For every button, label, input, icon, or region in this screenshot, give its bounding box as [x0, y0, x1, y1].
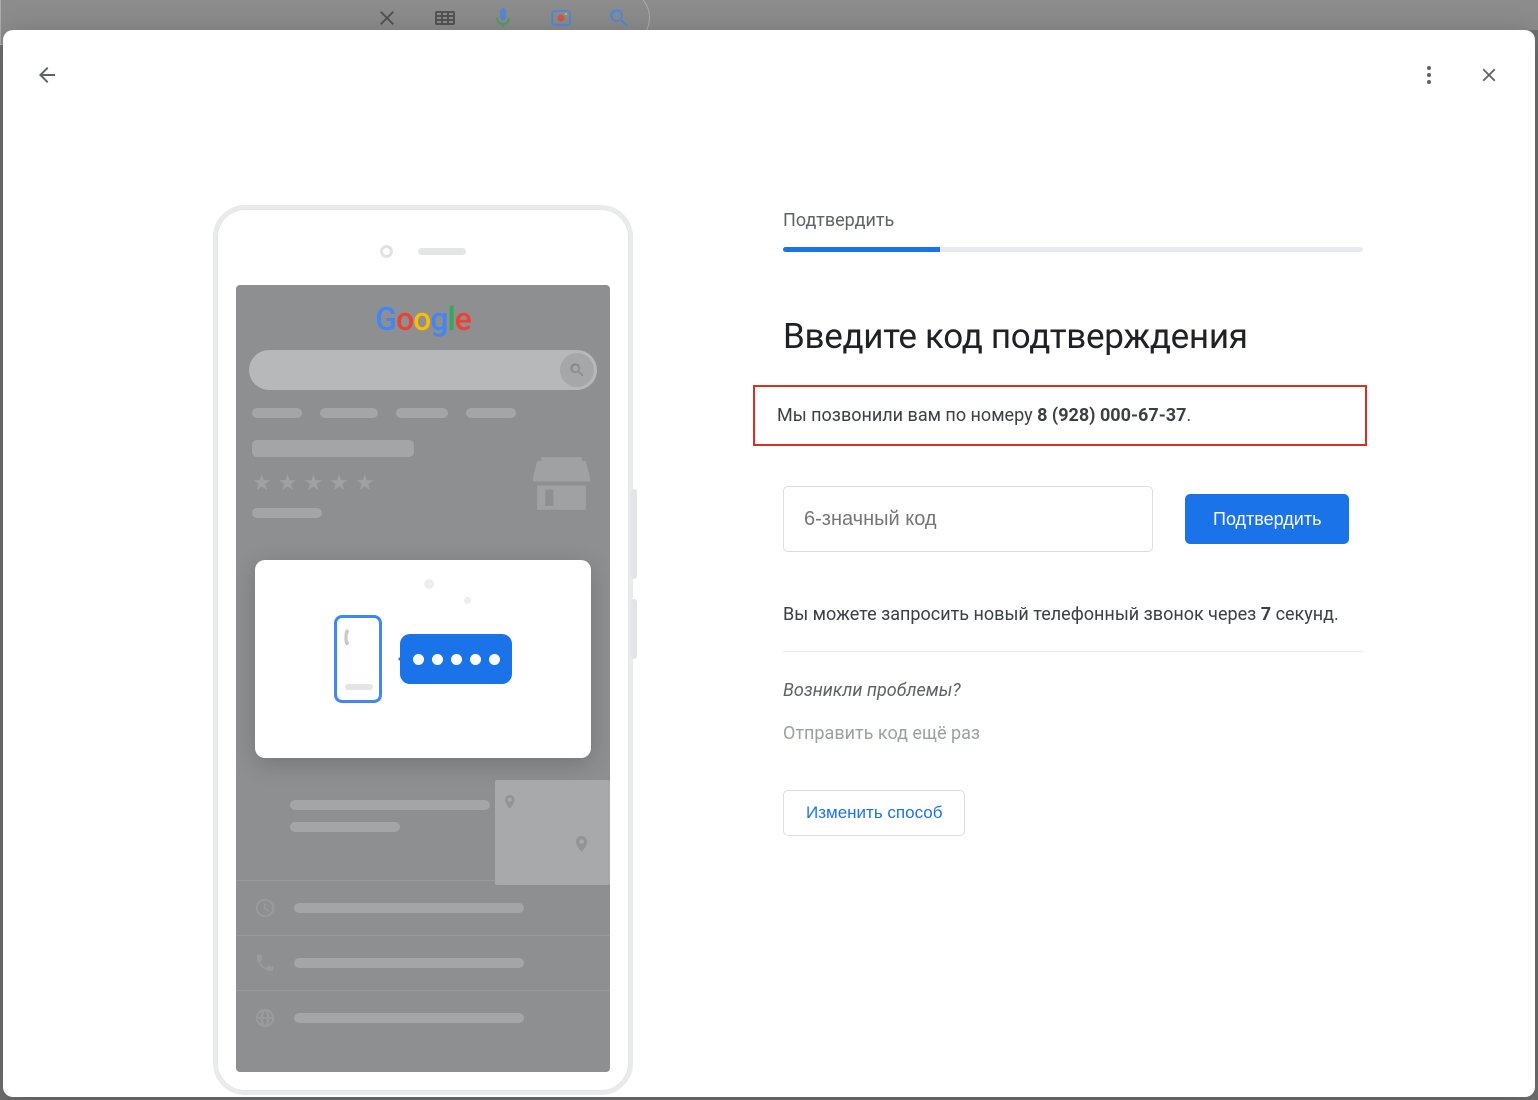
resend-code-link[interactable]: Отправить код ещё раз — [783, 723, 1363, 744]
back-button[interactable] — [23, 51, 71, 99]
mock-searchbar — [249, 350, 597, 390]
progress-bar — [783, 247, 1363, 252]
search-icon — [607, 6, 631, 30]
more-options-button[interactable] — [1405, 51, 1453, 99]
code-bubble-icon — [400, 634, 512, 684]
step-label: Подтвердить — [783, 210, 1363, 231]
keyboard-icon — [433, 6, 457, 30]
background-toolbar — [0, 0, 1538, 30]
close-icon — [1478, 64, 1500, 86]
arrow-left-icon — [35, 63, 59, 87]
phone-screen: Google ★★★★★ — [236, 285, 610, 1072]
phone-icon — [254, 952, 276, 974]
change-method-button[interactable]: Изменить способ — [783, 790, 965, 836]
storefront-icon — [529, 453, 594, 518]
problems-label: Возникли проблемы? — [783, 680, 1363, 701]
confirm-button[interactable]: Подтвердить — [1185, 494, 1349, 544]
call-suffix: . — [1186, 405, 1191, 426]
page-title: Введите код подтверждения — [783, 316, 1363, 357]
clock-icon — [254, 897, 276, 919]
close-button[interactable] — [1465, 51, 1513, 99]
verification-code-input[interactable] — [783, 486, 1153, 552]
verification-dialog: Google ★★★★★ — [3, 30, 1535, 1097]
lens-icon — [549, 6, 573, 30]
call-prefix: Мы позвонили вам по номеру — [777, 405, 1037, 426]
google-logo: Google — [236, 300, 610, 338]
globe-icon — [254, 1007, 276, 1029]
phone-receiver-icon — [343, 628, 359, 668]
clear-icon — [375, 6, 399, 30]
phone-illustration: Google ★★★★★ — [213, 205, 633, 1095]
dialog-header — [3, 30, 1535, 120]
divider — [783, 651, 1363, 652]
mic-icon — [491, 6, 515, 30]
verification-form: Подтвердить Введите код подтверждения Мы… — [783, 210, 1363, 836]
mini-phone-icon — [334, 615, 382, 703]
resend-countdown: Вы можете запросить новый телефонный зво… — [783, 604, 1363, 625]
phone-number-callout: Мы позвонили вам по номеру 8 (928) 000-6… — [753, 385, 1367, 446]
phone-frame: Google ★★★★★ — [213, 205, 633, 1095]
kebab-icon — [1417, 63, 1441, 87]
map-thumb-icon — [495, 780, 610, 885]
call-number: 8 (928) 000-67-37 — [1037, 405, 1186, 426]
magnifier-icon — [560, 353, 594, 387]
code-illustration-card — [255, 560, 591, 758]
